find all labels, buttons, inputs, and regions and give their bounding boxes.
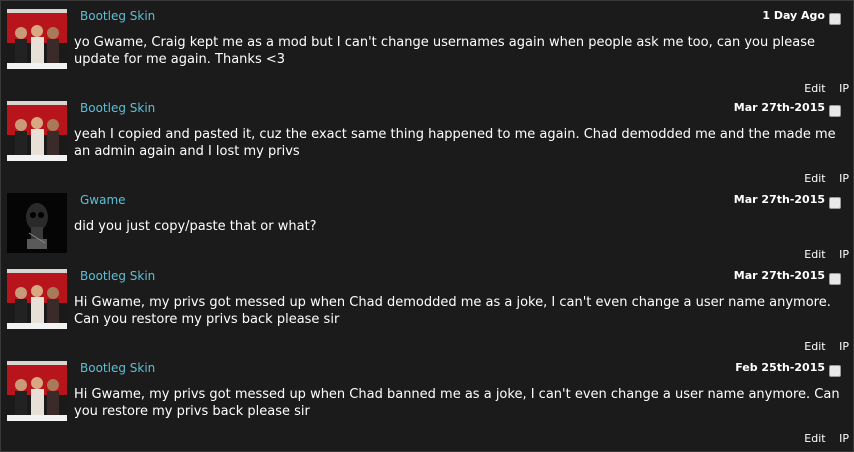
author-name[interactable]: Bootleg Skin bbox=[80, 361, 155, 375]
ip-link[interactable]: IP bbox=[839, 82, 849, 95]
comment-item: Bootleg Skin Feb 25th-2015 Hi Gwame, my … bbox=[1, 355, 853, 451]
comment-text: did you just copy/paste that or what? bbox=[74, 219, 317, 234]
comment-actions: Edit IP bbox=[794, 248, 849, 261]
select-checkbox[interactable] bbox=[829, 365, 841, 377]
select-checkbox[interactable] bbox=[829, 105, 841, 117]
avatar[interactable] bbox=[7, 193, 67, 253]
select-checkbox[interactable] bbox=[829, 13, 841, 25]
post-date: 1 Day Ago bbox=[762, 9, 825, 22]
ip-link[interactable]: IP bbox=[839, 248, 849, 261]
post-date: Mar 27th-2015 bbox=[733, 193, 825, 206]
comment-actions: Edit IP bbox=[794, 340, 849, 353]
avatar[interactable] bbox=[7, 269, 67, 329]
edit-link[interactable]: Edit bbox=[804, 172, 825, 185]
post-date: Feb 25th-2015 bbox=[735, 361, 825, 374]
post-date: Mar 27th-2015 bbox=[733, 269, 825, 282]
comment-text: Hi Gwame, my privs got messed up when Ch… bbox=[74, 295, 831, 327]
comment-actions: Edit IP bbox=[794, 172, 849, 185]
avatar[interactable] bbox=[7, 101, 67, 161]
comment-item: Gwame Mar 27th-2015 did you just copy/pa… bbox=[1, 187, 853, 263]
edit-link[interactable]: Edit bbox=[804, 248, 825, 261]
ip-link[interactable]: IP bbox=[839, 340, 849, 353]
comment-text: yo Gwame, Craig kept me as a mod but I c… bbox=[74, 35, 815, 67]
edit-link[interactable]: Edit bbox=[804, 82, 825, 95]
post-date: Mar 27th-2015 bbox=[733, 101, 825, 114]
comment-item: Bootleg Skin Mar 27th-2015 yeah I copied… bbox=[1, 95, 853, 187]
comment-item: Bootleg Skin Mar 27th-2015 Hi Gwame, my … bbox=[1, 263, 853, 355]
edit-link[interactable]: Edit bbox=[804, 432, 825, 445]
avatar[interactable] bbox=[7, 9, 67, 69]
comment-item: Bootleg Skin 1 Day Ago yo Gwame, Craig k… bbox=[1, 3, 853, 95]
comment-actions: Edit IP bbox=[794, 82, 849, 95]
ip-link[interactable]: IP bbox=[839, 172, 849, 185]
edit-link[interactable]: Edit bbox=[804, 340, 825, 353]
author-name[interactable]: Bootleg Skin bbox=[80, 101, 155, 115]
author-name[interactable]: Bootleg Skin bbox=[80, 269, 155, 283]
author-name[interactable]: Bootleg Skin bbox=[80, 9, 155, 23]
comment-text: yeah I copied and pasted it, cuz the exa… bbox=[74, 127, 836, 159]
comment-text: Hi Gwame, my privs got messed up when Ch… bbox=[74, 387, 840, 419]
author-name[interactable]: Gwame bbox=[80, 193, 126, 207]
ip-link[interactable]: IP bbox=[839, 432, 849, 445]
comment-actions: Edit IP bbox=[794, 432, 849, 445]
avatar[interactable] bbox=[7, 361, 67, 421]
comment-list: Bootleg Skin 1 Day Ago yo Gwame, Craig k… bbox=[0, 0, 854, 452]
select-checkbox[interactable] bbox=[829, 197, 841, 209]
select-checkbox[interactable] bbox=[829, 273, 841, 285]
